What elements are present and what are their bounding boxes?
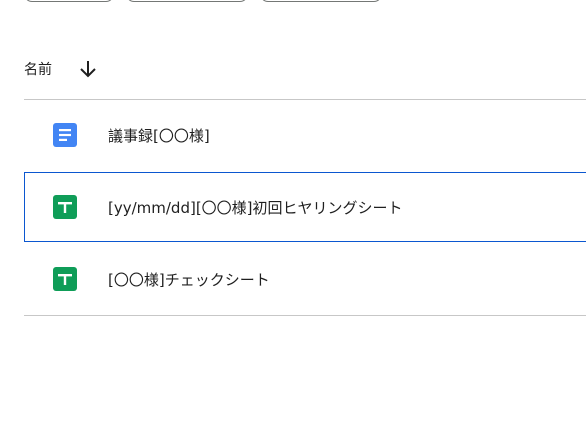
filter-chip[interactable]: [24, 0, 114, 2]
file-row[interactable]: 議事録[〇〇様]: [24, 100, 586, 170]
google-sheets-icon: [53, 267, 77, 291]
filter-chip[interactable]: [126, 0, 248, 2]
google-docs-icon: [53, 123, 77, 147]
list-bottom-divider: [24, 315, 586, 316]
google-sheets-icon: [53, 195, 77, 219]
filter-chips: [24, 0, 382, 2]
list-header: 名前: [24, 50, 102, 88]
name-column-header[interactable]: 名前: [24, 59, 52, 79]
arrow-down-icon: [80, 61, 96, 78]
file-name: [〇〇様]チェックシート: [108, 270, 270, 289]
file-name: [yy/mm/dd][〇〇様]初回ヒヤリングシート: [108, 198, 403, 217]
sort-direction-button[interactable]: [74, 55, 102, 83]
file-row-selected[interactable]: [yy/mm/dd][〇〇様]初回ヒヤリングシート: [24, 172, 586, 242]
filter-chip[interactable]: [260, 0, 382, 2]
file-name: 議事録[〇〇様]: [108, 126, 210, 145]
file-row[interactable]: [〇〇様]チェックシート: [24, 244, 586, 314]
